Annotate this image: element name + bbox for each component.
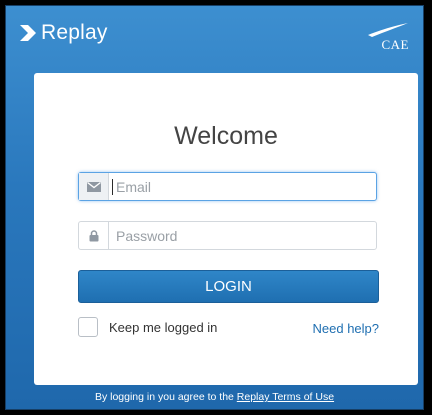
need-help-link[interactable]: Need help? <box>313 321 380 336</box>
password-input[interactable] <box>109 222 376 249</box>
login-button[interactable]: LOGIN <box>78 270 379 303</box>
terms-footer: By logging in you agree to the Replay Te… <box>6 391 423 403</box>
login-card: Welcome LOGIN Keep me logged in <box>34 73 418 385</box>
replay-logo: Replay <box>19 21 108 45</box>
chevron-right-icon <box>20 25 36 41</box>
cae-logo-text: CAE <box>381 37 409 52</box>
envelope-icon <box>79 173 109 200</box>
password-field <box>78 221 377 250</box>
remember-me-checkbox[interactable] <box>78 317 98 337</box>
terms-of-use-link[interactable]: Replay Terms of Use <box>237 391 334 403</box>
login-window: Replay CAE Welcome LOGIN <box>5 5 424 410</box>
brand-name: Replay <box>41 21 108 44</box>
page-title: Welcome <box>174 122 278 150</box>
remember-me: Keep me logged in <box>78 317 217 337</box>
lock-icon <box>79 222 109 249</box>
email-field <box>78 172 377 201</box>
remember-me-label: Keep me logged in <box>109 319 218 335</box>
email-input[interactable] <box>112 178 376 195</box>
terms-prefix: By logging in you agree to the <box>94 391 234 403</box>
